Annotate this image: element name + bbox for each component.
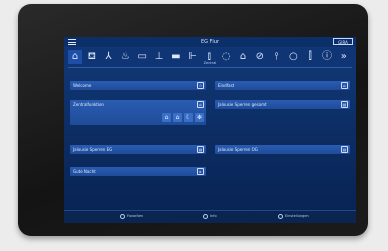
gear-icon[interactable]: ✻ (195, 113, 204, 122)
category-label: Zentral (203, 61, 217, 65)
bottom-settings[interactable]: Einstellungen (278, 214, 309, 219)
tile-label: Zentralfunktion (73, 101, 104, 107)
blind-icon: ▤ (341, 101, 348, 108)
bottom-label: Info (210, 214, 217, 218)
tile-label: Welcome (73, 82, 92, 88)
tile-label: Eindfast (218, 82, 235, 88)
bottom-bar: Favoriten Info Einstellungen (64, 210, 356, 223)
top-bar: EG Flur GIRA (64, 37, 356, 47)
brand-logo: GIRA (333, 38, 353, 45)
scene-button-row: ⌂ ⌂ ☾ ✻ (162, 113, 204, 122)
star-icon: ☆ (197, 82, 204, 89)
house-icon: ⌂ (341, 82, 348, 89)
bottom-label: Favoriten (127, 214, 144, 218)
blind-icon: ▤ (341, 146, 348, 153)
tile-label: Jalousie Sperren OG (218, 146, 258, 152)
bottom-favorites[interactable]: Favoriten (120, 214, 143, 219)
tile-scene-eg[interactable]: Jalousie Sperren EG ▤ (70, 145, 206, 154)
tile-front-door[interactable]: Eindfast ⌂ (215, 81, 350, 90)
arrow-right-icon: ▸ (197, 168, 204, 175)
divider (68, 67, 352, 68)
tile-good-night[interactable]: Gute Nacht ▸ (70, 167, 206, 176)
gear-icon (278, 214, 283, 219)
house-outline-icon[interactable]: ⌂ (173, 113, 182, 122)
tile-label: Jalousie Sperren gesamt (218, 101, 267, 107)
tile-welcome[interactable]: Welcome ☆ (70, 81, 206, 90)
tile-scene-gesamt[interactable]: Jalousie Sperren gesamt ▤ (215, 100, 350, 109)
tile-label: Jalousie Sperren EG (73, 146, 113, 152)
info-icon (203, 214, 208, 219)
house-icon[interactable]: ⌂ (162, 113, 171, 122)
star-icon (120, 214, 125, 219)
page-title: EG Flur (200, 39, 220, 45)
tile-scene-og[interactable]: Jalousie Sperren OG ▤ (215, 145, 350, 154)
tablet-screen: EG Flur GIRA ⌂ ⛾ ⅄ ♨ ▭ ⊥ ▬ ⊩ ⫾ ◌ ⌂ ⊘ ⫯ ○ ⫿ ⓘ» Zentral W… (64, 37, 356, 223)
tile-label: Gute Nacht (73, 168, 96, 174)
tile-zentral[interactable]: Zentralfunktion ⌂ ⌂ ⌂ ☾ ✻ (70, 100, 206, 125)
category-icon-row: ⌂ ⛾ ⅄ ♨ ▭ ⊥ ▬ ⊩ ⫾ ◌ ⌂ ⊘ ⫯ ○ ⫿ ⓘ» (64, 48, 356, 68)
blind-icon: ▤ (197, 146, 204, 153)
bottom-info[interactable]: Info (203, 214, 217, 219)
house-icon: ⌂ (197, 101, 204, 108)
moon-icon[interactable]: ☾ (184, 113, 193, 122)
bottom-label: Einstellungen (285, 214, 309, 218)
